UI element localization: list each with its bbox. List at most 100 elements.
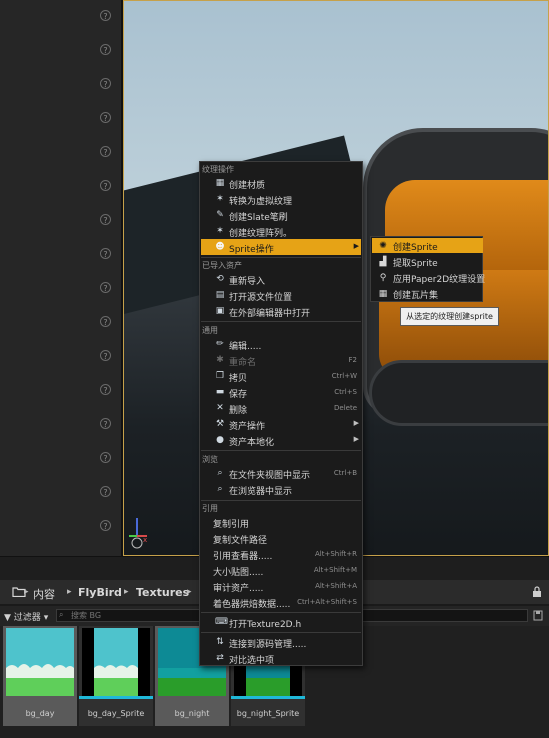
menu-separator bbox=[201, 257, 361, 258]
help-icon[interactable]: ? bbox=[100, 350, 111, 361]
breadcrumb-separator-icon: ▸ bbox=[187, 587, 192, 597]
help-icon[interactable]: ? bbox=[100, 520, 111, 531]
menu-item-create-texture-array[interactable]: ✶ 创建纹理阵列。 bbox=[201, 223, 361, 239]
section-imported-asset: 已导入资产 bbox=[202, 261, 242, 270]
asset-name: bg_night bbox=[174, 709, 210, 718]
menu-item-convert-virtual-texture[interactable]: ✶ 转换为虚拟纹理 bbox=[201, 191, 361, 207]
asset-name: bg_day bbox=[25, 709, 55, 718]
menu-item-asset-localization[interactable]: ● 资产本地化 ▶ bbox=[201, 432, 361, 448]
menu-item-label: 删除 bbox=[229, 406, 248, 416]
menu-separator bbox=[201, 450, 361, 451]
menu-item-label: 复制引用 bbox=[213, 520, 250, 530]
help-icon[interactable]: ? bbox=[100, 418, 111, 429]
breadcrumb-separator-icon: ▸ bbox=[24, 587, 29, 597]
asset-name: bg_night_Sprite bbox=[236, 709, 300, 718]
menu-item-reimport[interactable]: ⟲ 重新导入 bbox=[201, 271, 361, 287]
breadcrumb-item-content[interactable]: 内容 bbox=[33, 586, 55, 602]
menu-item-asset-actions[interactable]: ⚒ 资产操作 ▶ bbox=[201, 416, 361, 432]
menu-item-label: 对比选中项 bbox=[229, 656, 275, 666]
material-icon: ▦ bbox=[215, 178, 225, 188]
menu-item-open-source-location[interactable]: ▤ 打开源文件位置 bbox=[201, 287, 361, 303]
menu-separator bbox=[201, 321, 361, 322]
help-icon[interactable]: ? bbox=[100, 214, 111, 225]
pencil-icon: ✏ bbox=[216, 339, 224, 349]
help-icon[interactable]: ? bbox=[100, 146, 111, 157]
menu-item-shortcut: Ctrl+Alt+Shift+S bbox=[297, 598, 357, 606]
menu-item-edit[interactable]: ✏ 编辑..... bbox=[201, 336, 361, 352]
tooltip: 从选定的纹理创建sprite bbox=[400, 307, 499, 326]
section-explore: 浏览 bbox=[202, 455, 218, 464]
magnifier-icon: ⌕ bbox=[217, 484, 223, 494]
menu-item-label: 在外部编辑器中打开 bbox=[229, 309, 311, 319]
rename-icon: ✱ bbox=[216, 355, 224, 365]
submenu-item-create-sprite[interactable]: ✺ 创建Sprite bbox=[372, 238, 483, 253]
menu-item-label: 大小贴图..... bbox=[213, 568, 264, 578]
menu-item-show-in-folder-view[interactable]: ⌕ 在文件夹视图中显示 Ctrl+B bbox=[201, 465, 361, 481]
menu-item-audit-assets[interactable]: 审计资产..... Alt+Shift+A bbox=[201, 578, 361, 594]
section-common: 通用 bbox=[202, 326, 218, 335]
wand-icon: ✶ bbox=[216, 194, 224, 204]
breadcrumb-item-textures[interactable]: Textures bbox=[136, 586, 189, 599]
diff-icon: ⇄ bbox=[216, 653, 224, 663]
menu-item-rename[interactable]: ✱ 重命名 F2 bbox=[201, 352, 361, 368]
help-icon[interactable]: ? bbox=[100, 44, 111, 55]
sprite-icon: ☻ bbox=[215, 242, 225, 252]
help-icon[interactable]: ? bbox=[100, 452, 111, 463]
menu-item-create-slate-brush[interactable]: ✎ 创建Slate笔刷 bbox=[201, 207, 361, 223]
menu-item-shortcut: Alt+Shift+A bbox=[315, 582, 357, 590]
lock-icon[interactable] bbox=[532, 586, 542, 598]
submenu-arrow-icon: ▶ bbox=[353, 419, 359, 427]
save-icon: ▬ bbox=[215, 387, 225, 397]
menu-item-label: 在文件夹视图中显示 bbox=[229, 471, 311, 481]
asset-tile[interactable]: bg_day bbox=[3, 626, 77, 726]
source-file-icon: ⌨ bbox=[215, 617, 228, 627]
help-icon[interactable]: ? bbox=[100, 282, 111, 293]
submenu-item-label: 创建瓦片集 bbox=[393, 291, 439, 301]
help-icon[interactable]: ? bbox=[100, 316, 111, 327]
menu-item-reference-viewer[interactable]: 引用查看器..... Alt+Shift+R bbox=[201, 546, 361, 562]
menu-item-label: 拷贝 bbox=[229, 374, 248, 384]
menu-item-label: 创建Slate笔刷 bbox=[229, 213, 288, 223]
breadcrumb-item-flybird[interactable]: FlyBird bbox=[78, 586, 122, 599]
menu-item-size-map[interactable]: 大小贴图..... Alt+Shift+M bbox=[201, 562, 361, 578]
help-icon[interactable]: ? bbox=[100, 112, 111, 123]
svg-text:x: x bbox=[143, 536, 147, 544]
menu-item-label: 创建材质 bbox=[229, 181, 266, 191]
tile-set-icon: ▦ bbox=[378, 289, 388, 299]
help-icon[interactable]: ? bbox=[100, 78, 111, 89]
help-icon[interactable]: ? bbox=[100, 384, 111, 395]
menu-item-label: 保存 bbox=[229, 390, 248, 400]
asset-tile[interactable]: bg_day_Sprite bbox=[79, 626, 153, 726]
help-icon[interactable]: ? bbox=[100, 486, 111, 497]
menu-item-label: 编辑..... bbox=[229, 342, 262, 352]
menu-item-show-in-explorer[interactable]: ⌕ 在浏览器中显示 bbox=[201, 481, 361, 497]
menu-item-save[interactable]: ▬ 保存 Ctrl+S bbox=[201, 384, 361, 400]
submenu-item-create-tile-set[interactable]: ▦ 创建瓦片集 bbox=[372, 286, 483, 301]
delete-icon: ✕ bbox=[216, 403, 224, 413]
menu-item-connect-source-control[interactable]: ⇅ 连接到源码管理..... bbox=[201, 634, 361, 650]
submenu-item-extract-sprite[interactable]: ▟ 提取Sprite bbox=[372, 254, 483, 269]
menu-item-open-texture2d-h[interactable]: ⌨ 打开Texture2D.h bbox=[201, 614, 361, 630]
menu-item-shortcut: Delete bbox=[334, 404, 357, 412]
submenu-item-label: 应用Paper2D纹理设置 bbox=[393, 275, 486, 285]
help-icon[interactable]: ? bbox=[100, 248, 111, 259]
menu-item-delete[interactable]: ✕ 删除 Delete bbox=[201, 400, 361, 416]
menu-item-open-in-external-editor[interactable]: ▣ 在外部编辑器中打开 bbox=[201, 303, 361, 319]
menu-item-shader-cook-stats[interactable]: 着色器烘焙数据..... Ctrl+Alt+Shift+S bbox=[201, 594, 361, 610]
submenu-item-apply-paper2d-settings[interactable]: ⚲ 应用Paper2D纹理设置 bbox=[372, 270, 486, 285]
settings-wand-icon: ⚲ bbox=[379, 273, 387, 283]
filters-button[interactable]: ▼ 过滤器 ▾ bbox=[4, 610, 48, 623]
menu-item-copy-file-path[interactable]: 复制文件路径 bbox=[201, 530, 361, 546]
globe-icon: ● bbox=[216, 435, 224, 445]
menu-item-create-material[interactable]: ▦ 创建材质 bbox=[201, 175, 361, 191]
help-icon[interactable]: ? bbox=[100, 180, 111, 191]
menu-item-sprite-actions[interactable]: ☻ Sprite操作 ▶ bbox=[201, 239, 361, 255]
menu-item-diff-selected[interactable]: ⇄ 对比选中项 bbox=[201, 650, 361, 666]
save-search-icon[interactable] bbox=[533, 610, 543, 621]
help-icon[interactable]: ? bbox=[100, 10, 111, 21]
menu-item-copy-reference[interactable]: 复制引用 bbox=[201, 514, 361, 530]
menu-separator bbox=[201, 632, 361, 633]
menu-item-label: 连接到源码管理..... bbox=[229, 640, 307, 650]
submenu-item-label: 创建Sprite bbox=[393, 243, 438, 253]
menu-item-copy[interactable]: ❐ 拷贝 Ctrl+W bbox=[201, 368, 361, 384]
